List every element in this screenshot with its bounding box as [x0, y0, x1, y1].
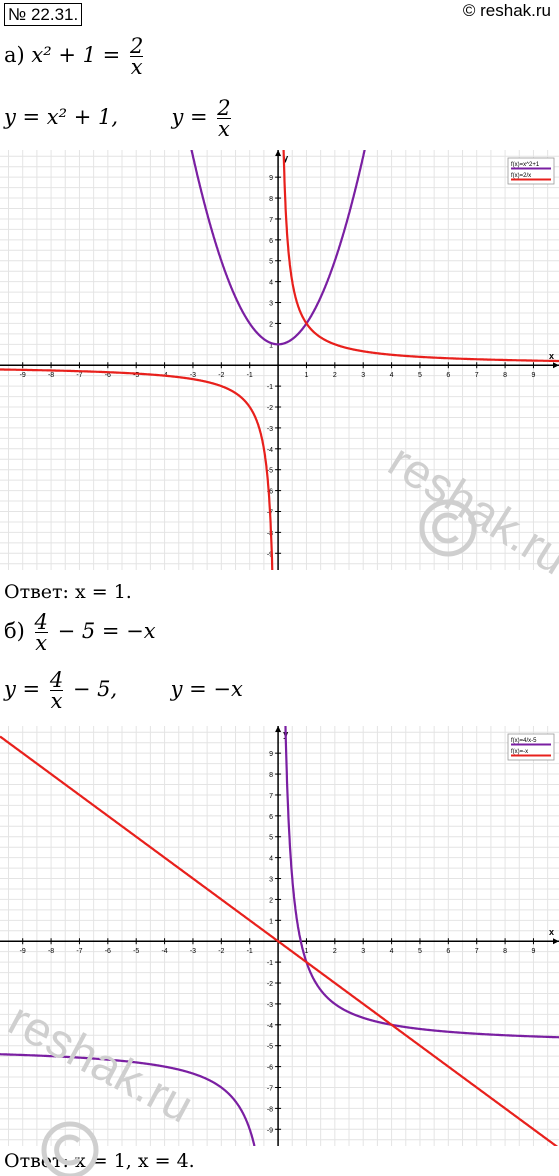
x-tick-label: 3 [361, 948, 365, 955]
functions-a: y = x² + 1, y = 2x [4, 96, 234, 141]
chart-a: xy-9-9-8-8-7-7-6-6-5-5-4-4-3-3-2-2-1-111… [0, 150, 559, 570]
functions-b: y = 4x − 5, y = −x [4, 668, 243, 713]
function-b1-fraction: 4x [49, 668, 64, 713]
x-tick-label: -5 [133, 948, 139, 955]
y-tick-label: 7 [269, 217, 273, 224]
y-tick-label: 4 [269, 856, 273, 863]
x-tick-label: -8 [48, 948, 54, 955]
x-tick-label: -8 [48, 372, 54, 379]
y-tick-label: 6 [269, 814, 273, 821]
y-tick-label: 6 [269, 238, 273, 245]
function-b1-rhs: − 5, [72, 677, 118, 701]
x-tick-label: -2 [218, 372, 224, 379]
y-tick-label: 2 [269, 897, 273, 904]
x-tick-label: 2 [333, 372, 337, 379]
y-tick-label: 5 [269, 835, 273, 842]
series-line-1 [0, 726, 559, 1146]
equation-a-left: x² + 1 = [31, 43, 121, 67]
legend-label: f(x)=-x [511, 749, 528, 755]
equation-a: а) x² + 1 = 2x [4, 34, 146, 79]
y-axis-arrow [275, 726, 282, 732]
x-tick-label: 7 [475, 372, 479, 379]
chart-b: xy-9-9-8-8-7-7-6-6-5-5-4-4-3-3-2-2-1-111… [0, 726, 559, 1146]
part-a-label: а) [4, 43, 25, 67]
x-tick-label: -7 [76, 372, 82, 379]
y-tick-label: 3 [269, 877, 273, 884]
function-b2: y = −x [170, 677, 243, 701]
x-tick-label: -9 [20, 948, 26, 955]
y-tick-label: -4 [267, 447, 273, 454]
site-credit: © reshak.ru [462, 1, 551, 20]
problem-number: № 22.31. [4, 3, 83, 26]
x-tick-label: -9 [20, 372, 26, 379]
y-tick-label: -4 [267, 1023, 273, 1030]
x-tick-label: 5 [418, 372, 422, 379]
answer-a: Ответ: x = 1. [4, 581, 132, 603]
y-tick-label: 1 [269, 918, 273, 925]
x-tick-label: 1 [305, 372, 309, 379]
y-tick-label: 7 [269, 793, 273, 800]
x-tick-label: 6 [446, 948, 450, 955]
x-tick-label: -1 [247, 948, 253, 955]
y-tick-label: -1 [267, 960, 273, 967]
y-tick-label: -8 [267, 1106, 273, 1113]
equation-b-fraction: 4x [34, 610, 48, 655]
answer-b: Ответ: x = 1, x = 4. [4, 1150, 195, 1172]
x-tick-label: 4 [390, 948, 394, 955]
x-axis-label: x [549, 351, 554, 361]
x-axis-arrow [553, 362, 559, 369]
function-a2-fraction: 2x [217, 96, 231, 141]
y-tick-label: 4 [269, 280, 273, 287]
function-b1-lhs: y = [4, 677, 41, 701]
y-tick-label: 8 [269, 196, 273, 203]
equation-b: б) 4x − 5 = −x [4, 610, 156, 655]
legend-label: f(x)=4/x-5 [511, 738, 537, 744]
y-tick-label: 9 [269, 751, 273, 758]
series-line-2 [0, 150, 559, 570]
y-tick-label: -7 [267, 1085, 273, 1092]
x-tick-label: -4 [161, 948, 167, 955]
legend-label: f(x)=2/x [511, 173, 531, 179]
y-tick-label: -9 [267, 1127, 273, 1134]
equation-a-fraction: 2x [129, 34, 144, 79]
y-tick-label: 2 [269, 321, 273, 328]
y-tick-label: -3 [267, 426, 273, 433]
y-tick-label: -3 [267, 1002, 273, 1009]
y-tick-label: 9 [269, 175, 273, 182]
function-a1: y = x² + 1, [4, 105, 119, 129]
x-tick-label: 4 [390, 372, 394, 379]
x-tick-label: 2 [333, 948, 337, 955]
legend-label: f(x)=x^2+1 [511, 162, 540, 168]
y-axis-arrow [275, 150, 282, 156]
y-tick-label: 5 [269, 259, 273, 266]
x-tick-label: 8 [503, 948, 507, 955]
y-tick-label: -1 [267, 384, 273, 391]
x-tick-label: 7 [475, 948, 479, 955]
y-tick-label: -2 [267, 981, 273, 988]
x-tick-label: -3 [190, 948, 196, 955]
x-tick-label: -2 [218, 948, 224, 955]
x-tick-label: 9 [532, 948, 536, 955]
x-axis-label: x [549, 927, 554, 937]
y-tick-label: -6 [267, 1065, 273, 1072]
equation-b-right: − 5 = −x [57, 619, 156, 643]
x-tick-label: 9 [532, 372, 536, 379]
function-a2-lhs: y = [171, 105, 208, 129]
x-tick-label: 8 [503, 372, 507, 379]
x-tick-label: 3 [361, 372, 365, 379]
y-tick-label: 3 [269, 301, 273, 308]
x-tick-label: -1 [247, 372, 253, 379]
part-b-label: б) [4, 619, 25, 643]
x-tick-label: 5 [418, 948, 422, 955]
y-tick-label: 8 [269, 772, 273, 779]
x-tick-label: -7 [76, 948, 82, 955]
x-tick-label: -6 [105, 948, 111, 955]
y-tick-label: -2 [267, 405, 273, 412]
x-axis-arrow [553, 938, 559, 945]
y-tick-label: -5 [267, 1044, 273, 1051]
x-tick-label: 6 [446, 372, 450, 379]
